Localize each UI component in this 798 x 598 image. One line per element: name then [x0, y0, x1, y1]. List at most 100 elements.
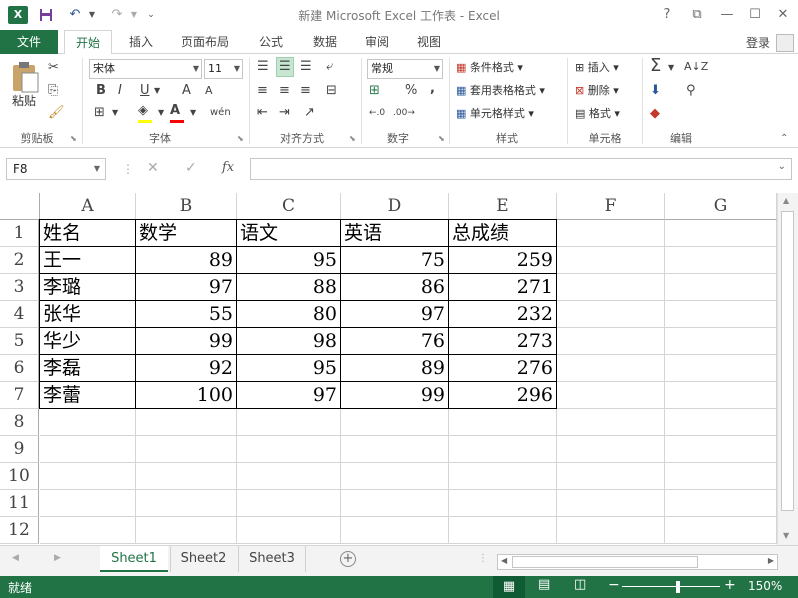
decrease-indent-icon[interactable]: ⇤ — [257, 104, 268, 122]
column-header[interactable]: A — [40, 193, 136, 220]
table-cell[interactable]: 75 — [341, 247, 449, 274]
table-cell[interactable]: 100 — [136, 382, 237, 409]
row-header[interactable]: 2 — [0, 247, 39, 274]
zoom-level[interactable]: 150% — [748, 579, 782, 593]
add-sheet-icon[interactable]: + — [340, 551, 356, 567]
chevron-down-icon[interactable]: ▼ — [190, 104, 196, 122]
table-cell[interactable] — [341, 463, 449, 490]
borders-icon[interactable]: ⊞ — [94, 104, 105, 122]
find-select-icon[interactable]: ⚲ — [686, 82, 696, 100]
table-cell[interactable] — [665, 274, 777, 301]
horizontal-scrollbar[interactable]: ◀ ▶ — [497, 554, 778, 570]
fill-icon[interactable]: ⬇ — [650, 82, 661, 100]
column-header[interactable]: C — [237, 193, 341, 220]
increase-decimal-icon[interactable]: ←.0 — [369, 104, 385, 122]
table-cell[interactable] — [557, 355, 665, 382]
align-middle-icon[interactable]: ☰ — [276, 57, 294, 77]
number-launcher-icon[interactable]: ⬊ — [438, 134, 445, 143]
table-cell[interactable]: 89 — [341, 355, 449, 382]
table-cell[interactable]: 语文 — [237, 220, 341, 247]
table-cell[interactable]: 95 — [237, 355, 341, 382]
table-cell[interactable] — [237, 463, 341, 490]
tab-review[interactable]: 审阅 — [356, 30, 398, 54]
table-cell[interactable]: 李璐 — [40, 274, 136, 301]
conditional-formatting-button[interactable]: ▦ 条件格式 ▾ — [456, 59, 523, 77]
select-all-corner[interactable] — [0, 193, 40, 220]
row-header[interactable]: 5 — [0, 328, 39, 355]
row-header[interactable]: 4 — [0, 301, 39, 328]
table-cell[interactable]: 276 — [449, 355, 557, 382]
delete-cells-button[interactable]: ⊠ 删除 ▾ — [575, 82, 619, 100]
table-cell[interactable] — [557, 409, 665, 436]
merge-center-icon[interactable]: ⊟ — [326, 82, 337, 100]
row-header[interactable]: 10 — [0, 463, 39, 490]
table-cell[interactable]: 92 — [136, 355, 237, 382]
table-cell[interactable] — [665, 355, 777, 382]
name-box[interactable]: F8 ▼ — [6, 158, 106, 180]
clipboard-launcher-icon[interactable]: ⬊ — [70, 134, 77, 143]
clear-icon[interactable]: ◆ — [650, 105, 660, 123]
table-cell[interactable] — [557, 220, 665, 247]
chevron-down-icon[interactable]: ▼ — [112, 104, 118, 122]
column-header[interactable]: B — [136, 193, 237, 220]
row-header[interactable]: 12 — [0, 517, 39, 544]
table-cell[interactable]: 271 — [449, 274, 557, 301]
table-cell[interactable] — [136, 436, 237, 463]
scroll-left-icon[interactable]: ◀ — [501, 556, 507, 565]
table-cell[interactable]: 98 — [237, 328, 341, 355]
row-header[interactable]: 1 — [0, 220, 39, 247]
table-cell[interactable] — [449, 436, 557, 463]
page-break-view-icon[interactable]: ◫ — [574, 577, 586, 592]
paste-button[interactable]: 粘贴 — [12, 92, 36, 110]
table-cell[interactable] — [341, 436, 449, 463]
close-button[interactable]: ✕ — [772, 5, 794, 25]
format-painter-icon[interactable]: 🖌 — [48, 104, 65, 122]
phonetic-guide-icon[interactable]: wén — [210, 104, 231, 122]
table-cell[interactable] — [665, 409, 777, 436]
table-cell[interactable]: 232 — [449, 301, 557, 328]
sign-in-link[interactable]: 登录 — [746, 34, 770, 51]
table-cell[interactable] — [665, 301, 777, 328]
table-cell[interactable]: 296 — [449, 382, 557, 409]
table-cell[interactable] — [449, 409, 557, 436]
scroll-right-icon[interactable]: ▶ — [768, 556, 774, 565]
font-launcher-icon[interactable]: ⬊ — [237, 134, 244, 143]
table-cell[interactable] — [136, 463, 237, 490]
table-cell[interactable]: 李磊 — [40, 355, 136, 382]
row-header[interactable]: 11 — [0, 490, 39, 517]
enter-icon[interactable]: ✓ — [185, 160, 197, 176]
table-cell[interactable] — [40, 490, 136, 517]
table-cell[interactable] — [40, 436, 136, 463]
chevron-down-icon[interactable]: ▼ — [158, 104, 164, 122]
paste-icon[interactable] — [10, 60, 40, 96]
wrap-text-icon[interactable]: ⤶ — [326, 58, 333, 76]
help-icon[interactable]: ? — [656, 5, 678, 25]
table-cell[interactable] — [237, 409, 341, 436]
table-cell[interactable] — [449, 517, 557, 544]
table-cell[interactable]: 99 — [136, 328, 237, 355]
table-cell[interactable] — [449, 463, 557, 490]
maximize-button[interactable]: ☐ — [744, 5, 766, 25]
copy-icon[interactable]: ⎘ — [48, 82, 58, 100]
ribbon-display-options-icon[interactable]: ⧉ — [686, 5, 708, 25]
cancel-icon[interactable]: ✕ — [147, 160, 159, 176]
table-cell[interactable] — [136, 490, 237, 517]
next-sheet-icon[interactable]: ▶ — [54, 553, 61, 563]
underline-icon[interactable]: U — [140, 82, 150, 100]
h-scroll-thumb[interactable] — [512, 556, 698, 568]
tab-split-handle[interactable]: ⋮ — [478, 553, 488, 564]
cut-icon[interactable]: ✂ — [48, 59, 59, 77]
table-cell[interactable]: 99 — [341, 382, 449, 409]
table-cell[interactable] — [665, 517, 777, 544]
column-header[interactable]: E — [449, 193, 557, 220]
align-top-icon[interactable]: ☰ — [257, 58, 269, 76]
zoom-out-button[interactable]: − — [608, 577, 620, 593]
table-cell[interactable] — [341, 409, 449, 436]
table-cell[interactable]: 76 — [341, 328, 449, 355]
table-cell[interactable]: 英语 — [341, 220, 449, 247]
table-cell[interactable]: 华少 — [40, 328, 136, 355]
number-format-select[interactable]: 常规 ▼ — [367, 59, 443, 79]
fill-color-icon[interactable]: ◈ — [138, 102, 152, 123]
comma-style-icon[interactable]: , — [430, 80, 435, 98]
bold-icon[interactable]: B — [96, 82, 106, 100]
